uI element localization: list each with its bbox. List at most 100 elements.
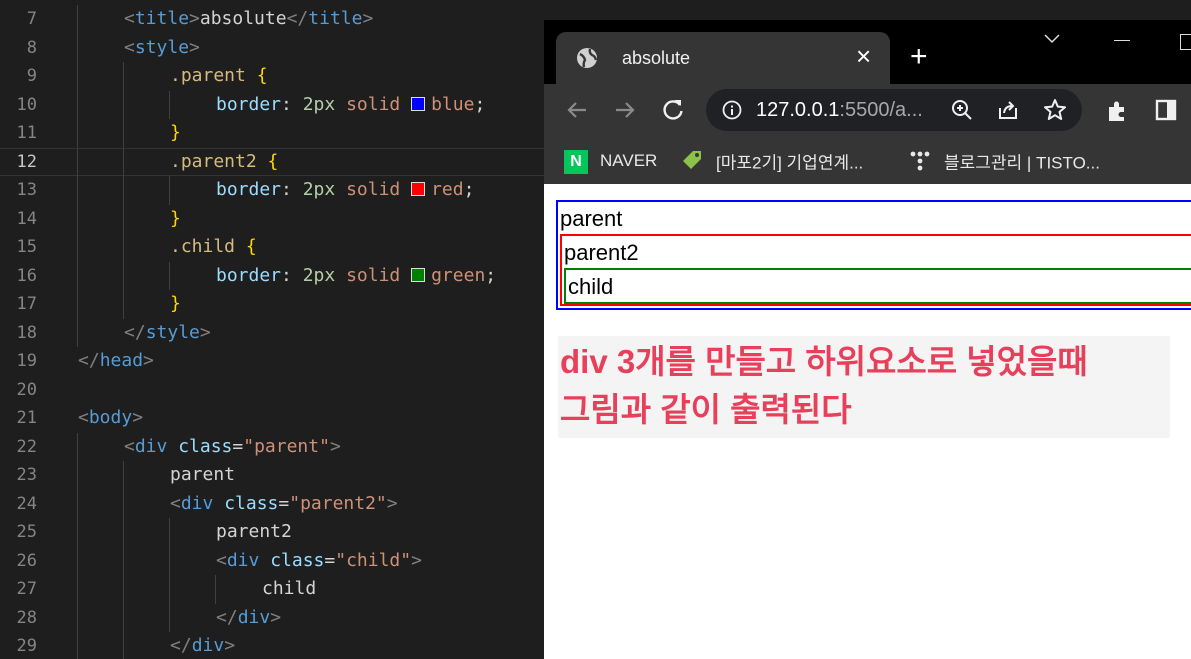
code-line[interactable]: 18 </style> — [0, 318, 544, 348]
bookmark-naver[interactable]: N NAVER — [564, 148, 657, 174]
code-line[interactable]: 23 parent — [0, 461, 544, 490]
reload-icon[interactable] — [660, 97, 686, 128]
indent-guide — [123, 204, 124, 233]
new-tab-button[interactable]: + — [910, 42, 928, 72]
code-line[interactable]: 29 </div> — [0, 632, 544, 659]
line-number: 8 — [26, 37, 37, 58]
code-text: child — [262, 575, 316, 604]
code-token: 2px — [302, 93, 336, 115]
code-line[interactable]: 14} — [0, 204, 544, 233]
maximize-icon[interactable] — [1180, 34, 1191, 50]
color-swatch — [411, 267, 426, 282]
code-text: <div class="parent"> — [124, 433, 341, 462]
indent-guide — [77, 318, 78, 347]
code-token: </ — [124, 321, 146, 343]
code-line[interactable]: 15 .child { — [0, 233, 544, 262]
code-editor[interactable]: 7 <title>absolute</title> 8 <style> 9 .parent… — [0, 0, 544, 659]
code-token: < — [216, 549, 227, 571]
code-token: head — [99, 350, 144, 371]
indent-guide — [123, 290, 124, 319]
code-line[interactable]: 25 parent2 — [0, 518, 544, 547]
code-token: .parent2 — [170, 150, 268, 172]
code-line[interactable]: 24 <div class="parent2"> — [0, 489, 544, 518]
code-token: child — [262, 578, 317, 599]
indent-guide — [77, 575, 78, 604]
bookmarks-bar: N NAVER [마포2기] 기업연계... 블로그관리 | TISTO... — [544, 138, 1191, 184]
line-number: 16 — [16, 265, 37, 286]
line-number: 18 — [16, 322, 37, 343]
indent-guide — [123, 62, 124, 91]
code-line[interactable]: 11} — [0, 119, 544, 148]
indent-guide — [77, 204, 78, 233]
tab-strip: absolute × + — [544, 20, 1191, 84]
code-text: <div class="child"> — [216, 547, 422, 576]
code-line[interactable]: 19 </head> — [0, 347, 544, 376]
indent-guide — [77, 603, 78, 632]
bookmark-mapo[interactable]: [마포2기] 기업연계... — [680, 148, 863, 174]
tab-search-chevron-icon[interactable] — [1042, 32, 1062, 51]
code-text: </style> — [124, 319, 211, 348]
extensions-puzzle-icon[interactable] — [1104, 98, 1130, 129]
bookmark-tistory[interactable]: 블로그관리 | TISTO... — [908, 148, 1100, 174]
code-line[interactable]: 21 <body> — [0, 404, 544, 433]
code-line[interactable]: 7 <title>absolute</title> — [0, 5, 544, 34]
code-token: > — [189, 8, 200, 29]
forward-arrow-icon[interactable] — [612, 97, 638, 128]
indent-guide — [77, 176, 78, 205]
code-token: border — [216, 93, 282, 115]
code-line[interactable]: 16 border: 2px solid green; — [0, 261, 544, 291]
code-token: > — [224, 635, 236, 656]
code-line[interactable]: 27 child — [0, 575, 544, 604]
indent-guide — [123, 489, 124, 518]
bookmark-label: 블로그관리 | TISTO... — [944, 153, 1100, 173]
line-number: 21 — [16, 408, 37, 428]
line-number: 28 — [16, 607, 37, 628]
code-text: border: 2px solid blue; — [216, 91, 485, 120]
code-text: border: 2px solid red; — [216, 176, 474, 205]
line-number: 12 — [16, 151, 37, 172]
line-number: 23 — [16, 465, 37, 485]
code-token: > — [199, 321, 211, 343]
code-text: </div> — [216, 604, 281, 633]
code-token: absolute — [199, 8, 287, 29]
zoom-in-icon[interactable] — [950, 98, 974, 127]
code-text: border: 2px solid green; — [216, 262, 496, 291]
code-line[interactable]: 9 .parent { — [0, 62, 544, 91]
code-line[interactable]: 12 .parent2 { — [0, 147, 544, 177]
indent-guide — [169, 90, 170, 119]
indent-guide — [77, 5, 78, 34]
code-line[interactable]: 20 — [0, 376, 544, 405]
code-token: ; — [485, 264, 497, 286]
tab-close-icon[interactable]: × — [856, 42, 871, 70]
browser-tab[interactable]: absolute × — [556, 32, 890, 84]
code-token: > — [132, 407, 144, 428]
line-number: 13 — [16, 180, 37, 200]
share-icon[interactable] — [996, 98, 1020, 127]
code-line[interactable]: 26 <div class="child"> — [0, 546, 544, 576]
bookmark-star-icon[interactable] — [1042, 97, 1068, 128]
side-panel-icon[interactable] — [1154, 98, 1178, 127]
note-line-2: 그림과 같이 출력된다 — [560, 391, 852, 428]
code-line[interactable]: 10 border: 2px solid blue; — [0, 90, 544, 120]
code-token: ; — [463, 179, 475, 200]
minimize-icon[interactable] — [1114, 40, 1130, 41]
info-icon[interactable] — [722, 100, 742, 125]
code-token: 2px — [302, 264, 336, 286]
code-token: > — [143, 350, 154, 371]
code-token: class — [213, 492, 279, 514]
code-line[interactable]: 8 <style> — [0, 33, 544, 62]
code-token: "parent" — [243, 435, 330, 457]
code-line[interactable]: 17} — [0, 290, 544, 319]
child-box: child — [564, 268, 1191, 304]
code-line[interactable]: 13 border: 2px solid red; — [0, 176, 544, 205]
code-line[interactable]: 28 </div> — [0, 603, 544, 633]
code-text: .parent2 { — [170, 149, 278, 176]
back-arrow-icon[interactable] — [564, 97, 590, 128]
address-bar[interactable]: 127.0.0.1:5500/a... — [706, 89, 1082, 131]
code-token: title — [134, 8, 190, 29]
color-swatch — [411, 96, 426, 111]
code-token: .parent — [170, 65, 257, 86]
indent-guide — [77, 33, 78, 62]
code-line[interactable]: 22 <div class="parent"> — [0, 432, 544, 462]
code-token: "child" — [335, 549, 412, 571]
